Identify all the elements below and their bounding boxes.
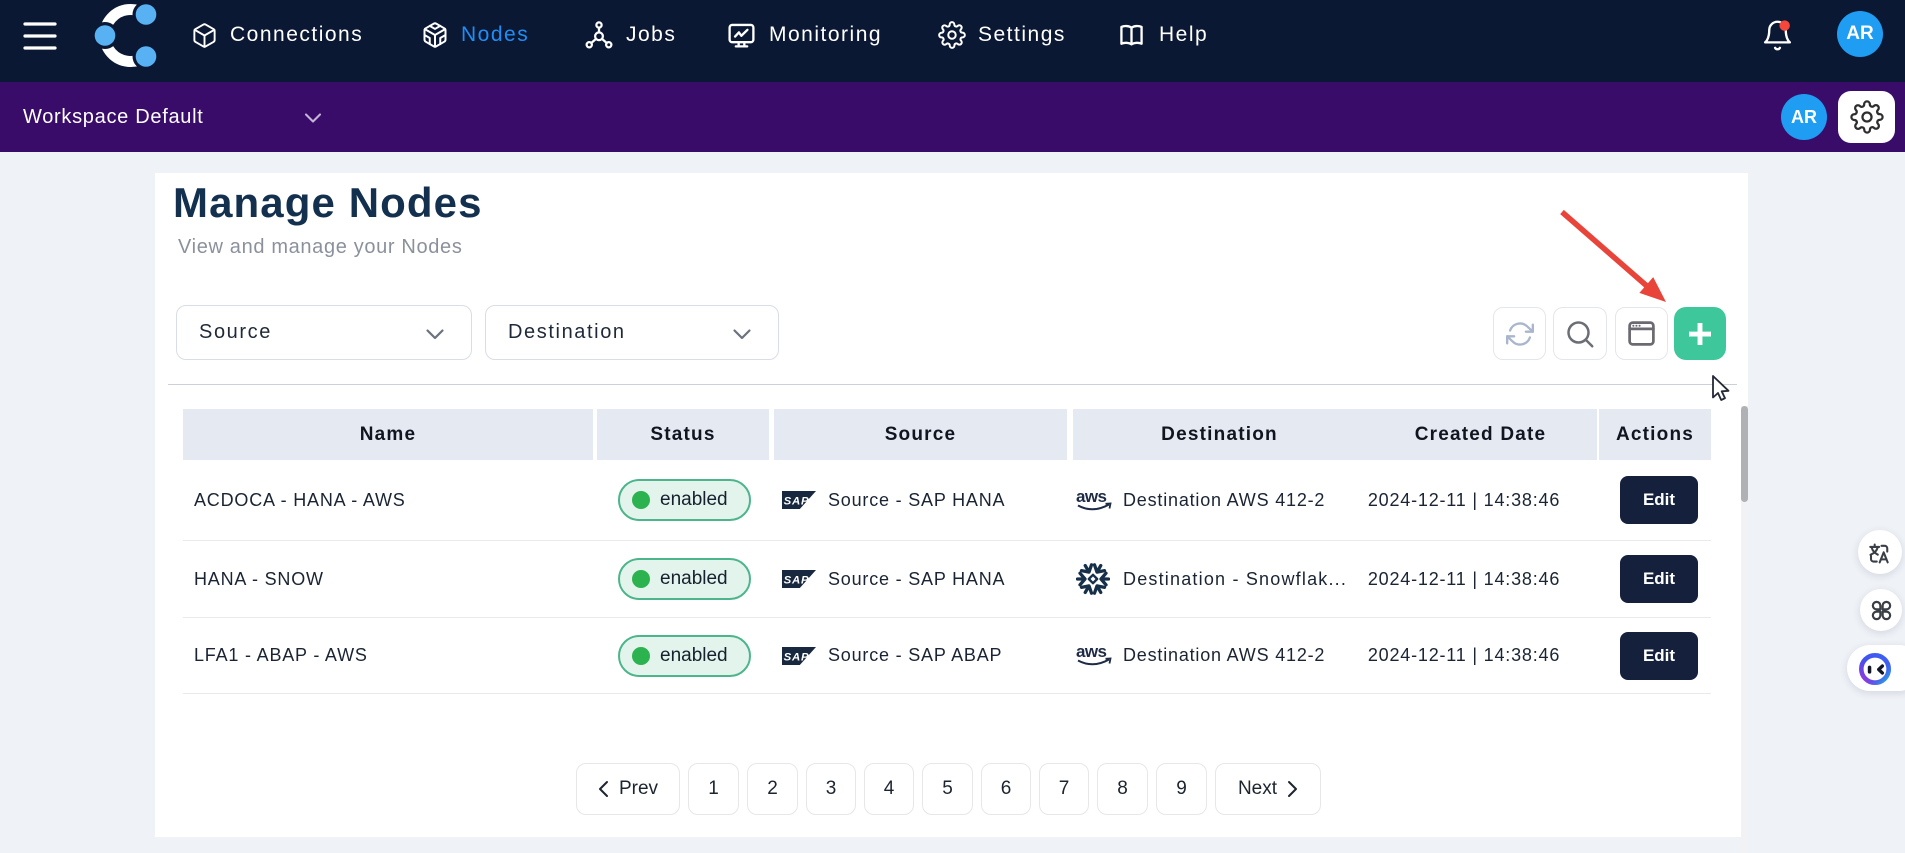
svg-text:aws: aws	[1076, 642, 1106, 661]
svg-text:SAP: SAP	[784, 651, 810, 663]
svg-text:SAP: SAP	[784, 495, 810, 507]
svg-text:SAP: SAP	[784, 574, 810, 586]
svg-text:aws: aws	[1076, 487, 1106, 506]
